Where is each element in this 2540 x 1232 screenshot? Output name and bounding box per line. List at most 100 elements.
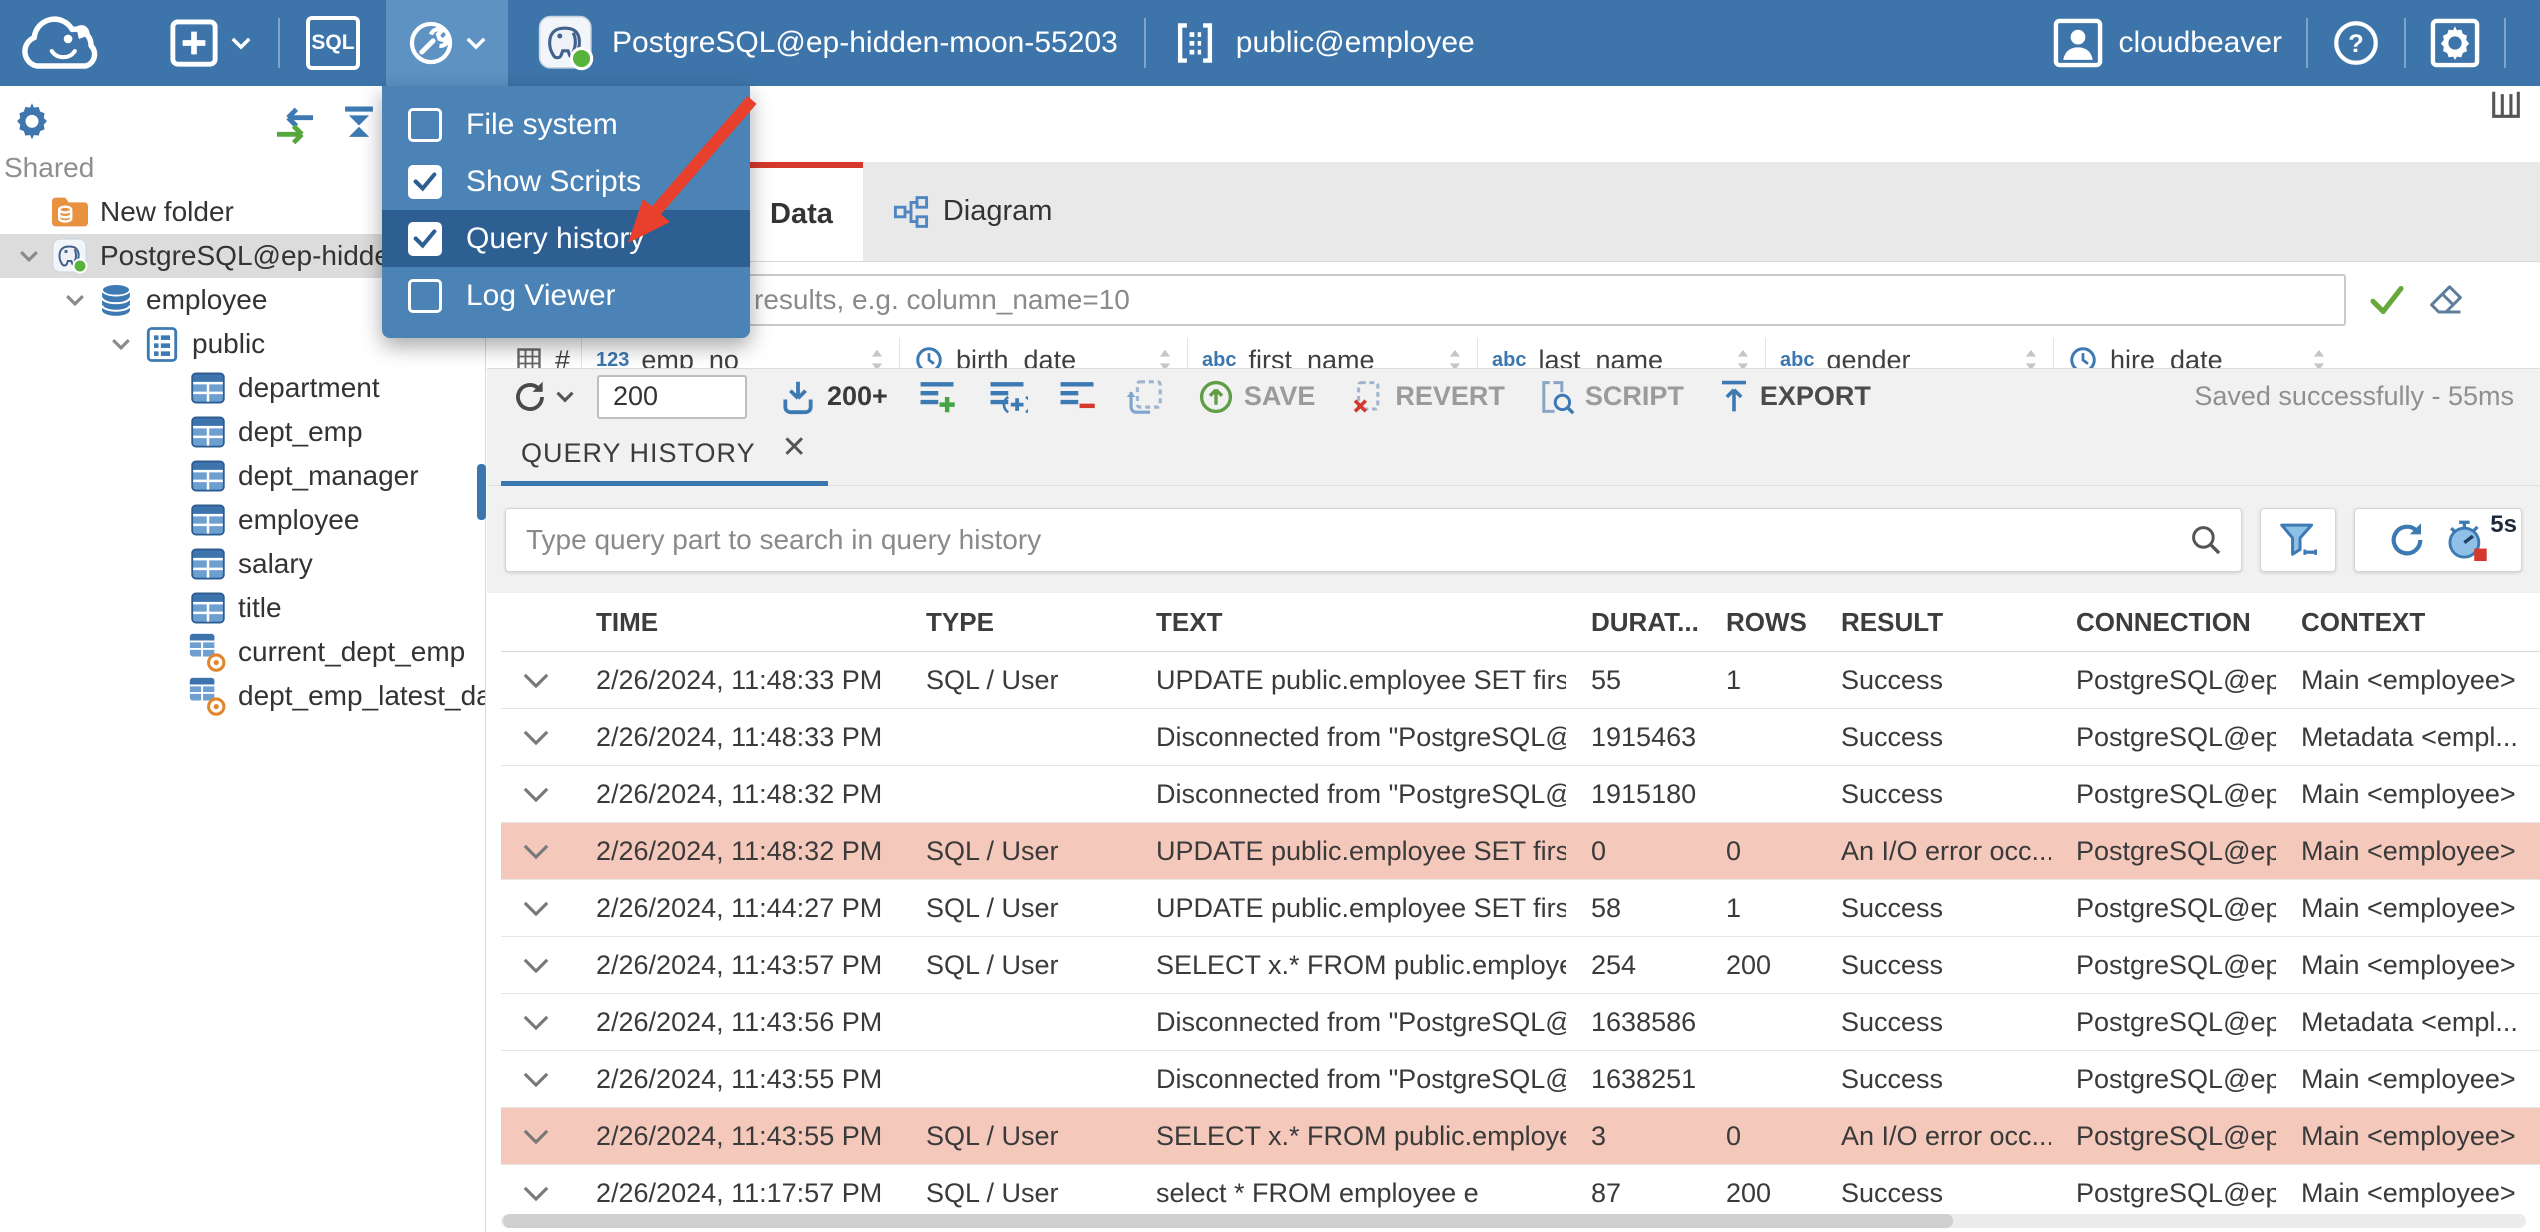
filter-expression-input[interactable] xyxy=(501,274,2346,326)
checkbox[interactable] xyxy=(408,164,442,199)
row-expand-chevron-icon[interactable] xyxy=(501,1014,571,1031)
auto-refresh-timer-icon[interactable] xyxy=(2444,519,2490,561)
history-column-header[interactable]: TIME xyxy=(571,607,901,638)
clear-filter-eraser-icon[interactable] xyxy=(2428,283,2464,317)
chevron-down-icon[interactable] xyxy=(10,249,48,263)
history-row[interactable]: 2/26/2024, 11:43:57 PM SQL / User SELECT x… xyxy=(501,937,2540,994)
query-history-filter-button[interactable] xyxy=(2260,507,2336,572)
sort-icon[interactable] xyxy=(1735,347,1751,368)
sort-icon[interactable] xyxy=(1157,347,1173,368)
refresh-icon[interactable] xyxy=(2386,519,2428,561)
history-row[interactable]: 2/26/2024, 11:43:55 PM SQL / User SELECT x… xyxy=(501,1108,2540,1165)
sidebar-resize-handle[interactable] xyxy=(477,464,486,520)
history-column-header[interactable]: DURAT... xyxy=(1566,607,1701,638)
tab-data[interactable]: Data xyxy=(740,162,863,261)
tab-query-history[interactable]: QUERY HISTORY ✕ xyxy=(501,424,828,486)
history-row[interactable]: 2/26/2024, 11:43:56 PM Disconnected from … xyxy=(501,994,2540,1051)
grid-column-birth_date[interactable]: birth_date xyxy=(899,338,1187,368)
history-column-header[interactable]: ROWS xyxy=(1701,607,1816,638)
save-button[interactable]: SAVE xyxy=(1198,379,1315,415)
tree-item-title[interactable]: title xyxy=(0,586,485,630)
menu-item-show-scripts[interactable]: Show Scripts xyxy=(382,153,750,210)
checkbox[interactable] xyxy=(408,278,442,313)
history-column-header[interactable]: RESULT xyxy=(1816,607,2051,638)
apply-filter-check-icon[interactable] xyxy=(2370,286,2404,314)
grid-column-hire_date[interactable]: hire_date xyxy=(2053,338,2341,368)
tools-menu-button[interactable] xyxy=(386,0,508,86)
connection-selector[interactable]: PostgreSQL@ep-hidden-moon-55203 xyxy=(538,15,1118,71)
tree-item-department[interactable]: department xyxy=(0,366,485,410)
history-column-header[interactable]: TEXT xyxy=(1131,607,1566,638)
help-button[interactable]: ? xyxy=(2332,19,2380,67)
query-history-search-input[interactable] xyxy=(524,522,2189,557)
history-row[interactable]: 2/26/2024, 11:48:32 PM Disconnected from … xyxy=(501,766,2540,823)
history-row[interactable]: 2/26/2024, 11:48:33 PM SQL / User UPDATE p… xyxy=(501,652,2540,709)
duplicate-row-button[interactable] xyxy=(986,378,1028,416)
sync-connection-icon[interactable] xyxy=(270,106,320,146)
scrollbar-thumb[interactable] xyxy=(503,1214,1953,1228)
tab-diagram[interactable]: Diagram xyxy=(863,162,1083,261)
tree-item-dept-emp[interactable]: dept_emp xyxy=(0,410,485,454)
history-row[interactable]: 2/26/2024, 11:17:57 PM SQL / User select *… xyxy=(501,1165,2540,1210)
row-limit-input[interactable] xyxy=(597,374,747,419)
schema-selector[interactable]: public@employee xyxy=(1172,20,1475,66)
collapse-all-icon[interactable] xyxy=(340,104,378,142)
grid-column-gender[interactable]: abc gender xyxy=(1765,338,2053,368)
history-row[interactable]: 2/26/2024, 11:48:33 PM Disconnected from … xyxy=(501,709,2540,766)
menu-item-log-viewer[interactable]: Log Viewer xyxy=(382,267,750,324)
tree-item-employee[interactable]: employee xyxy=(0,498,485,542)
row-expand-chevron-icon[interactable] xyxy=(501,1128,571,1145)
row-expand-chevron-icon[interactable] xyxy=(501,1185,571,1202)
row-expand-chevron-icon[interactable] xyxy=(501,1071,571,1088)
chevron-down-icon[interactable] xyxy=(102,337,140,351)
grid-column-index[interactable]: # xyxy=(501,338,581,368)
tree-item-dept-emp-latest-date[interactable]: dept_emp_latest_date xyxy=(0,674,485,718)
schema-name: public@employee xyxy=(1235,26,1475,59)
script-button[interactable]: SCRIPT xyxy=(1539,379,1684,415)
new-object-button[interactable] xyxy=(168,17,252,69)
tree-item-current-dept-emp[interactable]: current_dept_emp xyxy=(0,630,485,674)
row-expand-chevron-icon[interactable] xyxy=(501,900,571,917)
row-expand-chevron-icon[interactable] xyxy=(501,957,571,974)
delete-row-button[interactable] xyxy=(1056,378,1098,416)
grid-column-last_name[interactable]: abc last_name xyxy=(1477,338,1765,368)
grid-column-emp_no[interactable]: 123 emp_no xyxy=(581,338,899,368)
grid-column-first_name[interactable]: abc first_name xyxy=(1187,338,1477,368)
row-expand-chevron-icon[interactable] xyxy=(501,729,571,746)
settings-button[interactable] xyxy=(2430,18,2480,68)
checkbox[interactable] xyxy=(408,221,442,256)
refresh-button[interactable] xyxy=(511,378,575,416)
history-row[interactable]: 2/26/2024, 11:43:55 PM Disconnected from … xyxy=(501,1051,2540,1108)
sort-icon[interactable] xyxy=(2023,347,2039,368)
history-column-header[interactable]: TYPE xyxy=(901,607,1131,638)
export-button[interactable]: EXPORT xyxy=(1718,379,1871,415)
main-area: Data Diagram #123emp_nobirth_dateabcfirs… xyxy=(487,86,2540,1232)
menu-item-file-system[interactable]: File system xyxy=(382,96,750,153)
add-row-button[interactable] xyxy=(916,378,958,416)
checkbox[interactable] xyxy=(408,107,442,142)
columns-panel-icon[interactable] xyxy=(2490,88,2522,120)
refresh-cell-button[interactable] xyxy=(1126,378,1164,416)
close-icon[interactable]: ✕ xyxy=(782,430,808,465)
tree-item-salary[interactable]: salary xyxy=(0,542,485,586)
menu-item-query-history[interactable]: Query history xyxy=(382,210,750,267)
history-column-header[interactable]: CONTEXT xyxy=(2276,607,2540,638)
row-expand-chevron-icon[interactable] xyxy=(501,843,571,860)
cloudbeaver-app: SQL PostgreSQL@ep-hidden-moon-55203 publ… xyxy=(0,0,2540,1232)
row-expand-chevron-icon[interactable] xyxy=(501,786,571,803)
sort-icon[interactable] xyxy=(2311,347,2327,368)
history-column-header[interactable]: CONNECTION xyxy=(2051,607,2276,638)
sort-icon[interactable] xyxy=(1447,347,1463,368)
user-menu-button[interactable]: cloudbeaver xyxy=(2053,18,2282,68)
tree-item-dept-manager[interactable]: dept_manager xyxy=(0,454,485,498)
history-row[interactable]: 2/26/2024, 11:44:27 PM SQL / User UPDATE p… xyxy=(501,880,2540,937)
sort-icon[interactable] xyxy=(869,347,885,368)
horizontal-scrollbar[interactable] xyxy=(501,1214,2526,1228)
revert-button[interactable]: REVERT xyxy=(1349,379,1505,415)
sql-editor-button[interactable]: SQL xyxy=(306,16,360,70)
row-expand-chevron-icon[interactable] xyxy=(501,672,571,689)
chevron-down-icon[interactable] xyxy=(56,293,94,307)
fetch-more-button[interactable]: 200+ xyxy=(779,378,888,416)
history-row[interactable]: 2/26/2024, 11:48:32 PM SQL / User UPDATE p… xyxy=(501,823,2540,880)
sidebar-settings-gear-icon[interactable] xyxy=(10,98,54,142)
